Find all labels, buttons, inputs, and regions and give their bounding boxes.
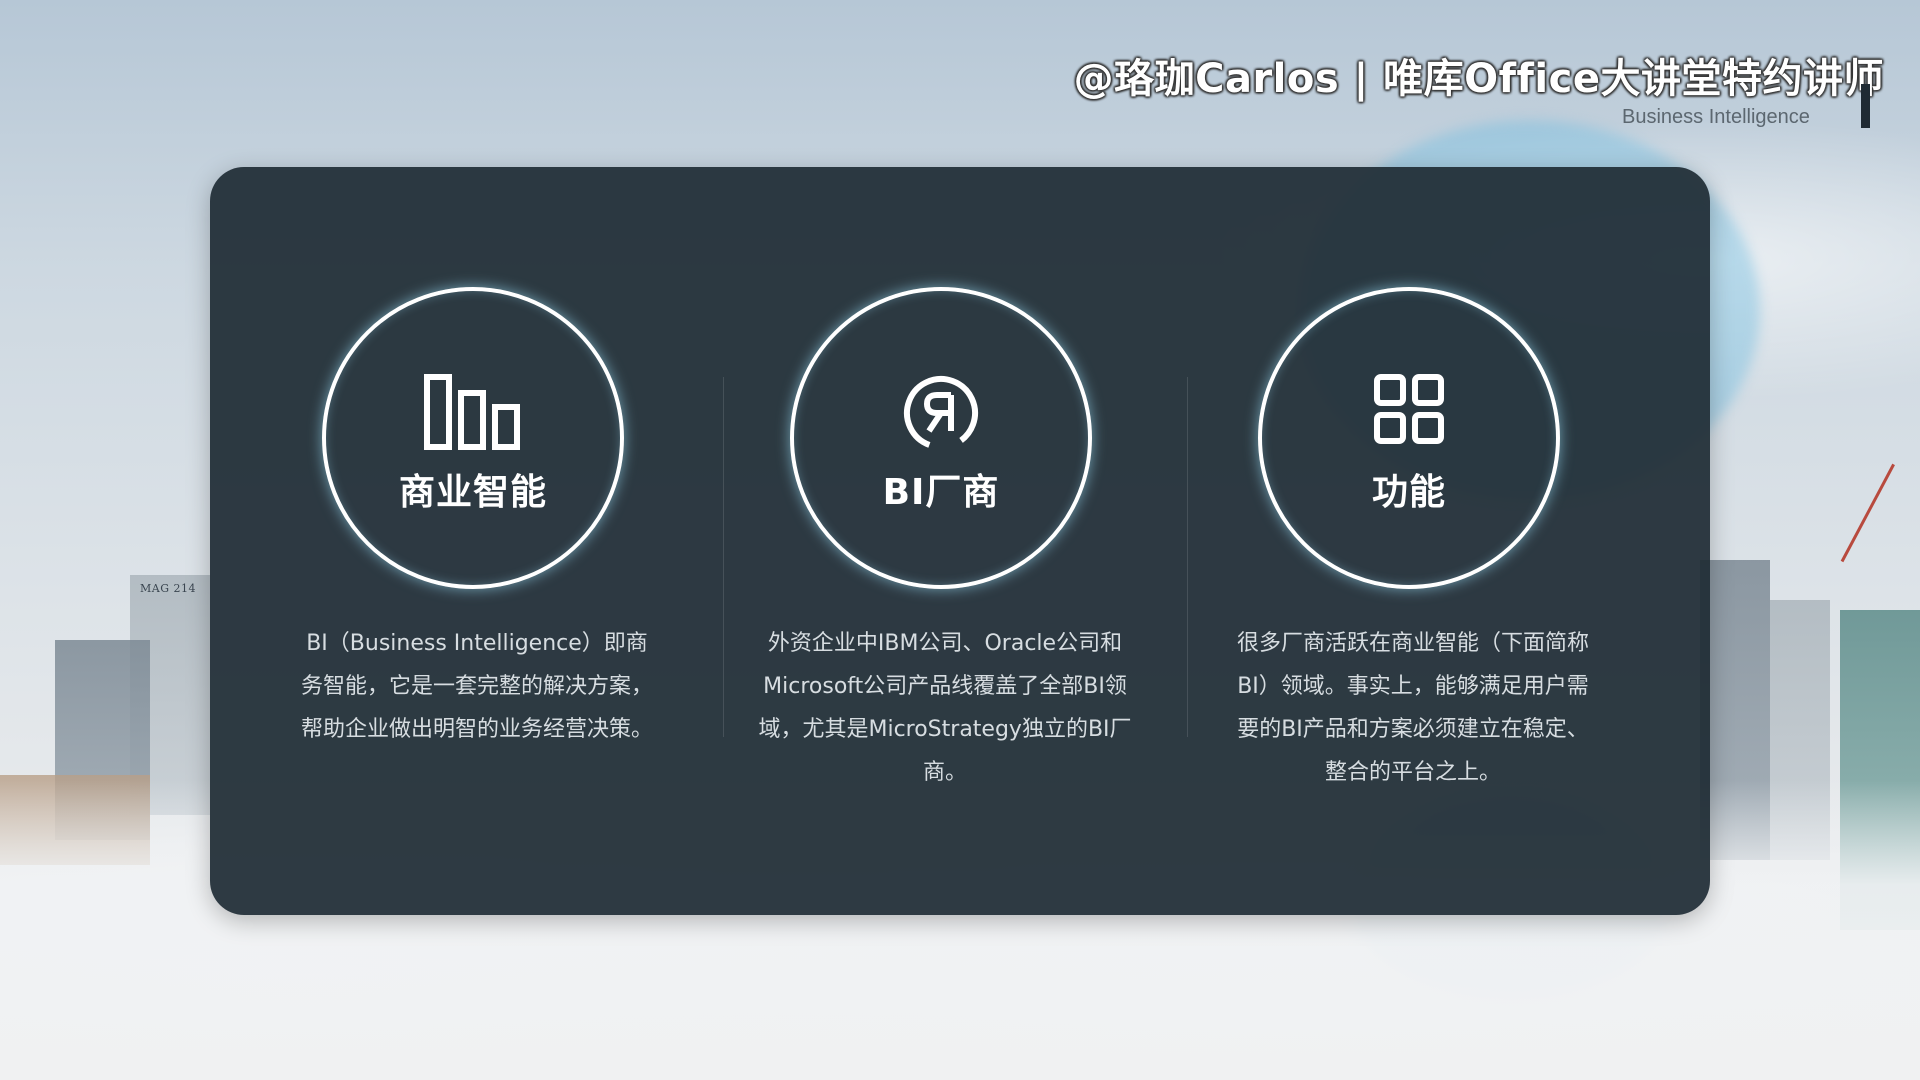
registered-r-icon xyxy=(901,373,981,457)
card-description: 很多厂商活跃在商业智能（下面简称BI）领域。事实上，能够满足用户需要的BI产品和… xyxy=(1236,631,1589,785)
accent-bar xyxy=(1861,84,1870,128)
watermark-text: @珞珈Carlos | 唯库Office大讲堂特约讲师 xyxy=(1073,56,1884,102)
grid-four-icon xyxy=(1373,373,1445,449)
content-panel: 商业智能 BI（Business Intelligence）即商务智能，它是一套… xyxy=(210,167,1710,915)
icon-circle: 商业智能 xyxy=(322,287,624,589)
card-title: BI厂商 xyxy=(882,472,1000,513)
card-features: 功能 很多厂商活跃在商业智能（下面简称BI）领域。事实上，能够满足用户需要的BI… xyxy=(1178,167,1648,915)
card-business-intelligence: 商业智能 BI（Business Intelligence）即商务智能，它是一套… xyxy=(242,167,712,915)
page-subtitle: Business Intelligence xyxy=(1622,106,1810,128)
bar-chart-icon xyxy=(423,373,523,455)
crane xyxy=(1840,463,1895,563)
icon-circle: 功能 xyxy=(1258,287,1560,589)
icon-circle: BI厂商 xyxy=(790,287,1092,589)
building-sign: MAG 214 xyxy=(140,582,196,595)
card-bi-vendors: BI厂商 外资企业中IBM公司、Oracle公司和Microsoft公司产品线覆… xyxy=(710,167,1180,915)
card-description: BI（Business Intelligence）即商务智能，它是一套完整的解决… xyxy=(300,631,653,742)
card-description: 外资企业中IBM公司、Oracle公司和Microsoft公司产品线覆盖了全部B… xyxy=(758,631,1132,785)
card-title: 功能 xyxy=(1371,472,1446,513)
card-title: 商业智能 xyxy=(398,472,547,513)
